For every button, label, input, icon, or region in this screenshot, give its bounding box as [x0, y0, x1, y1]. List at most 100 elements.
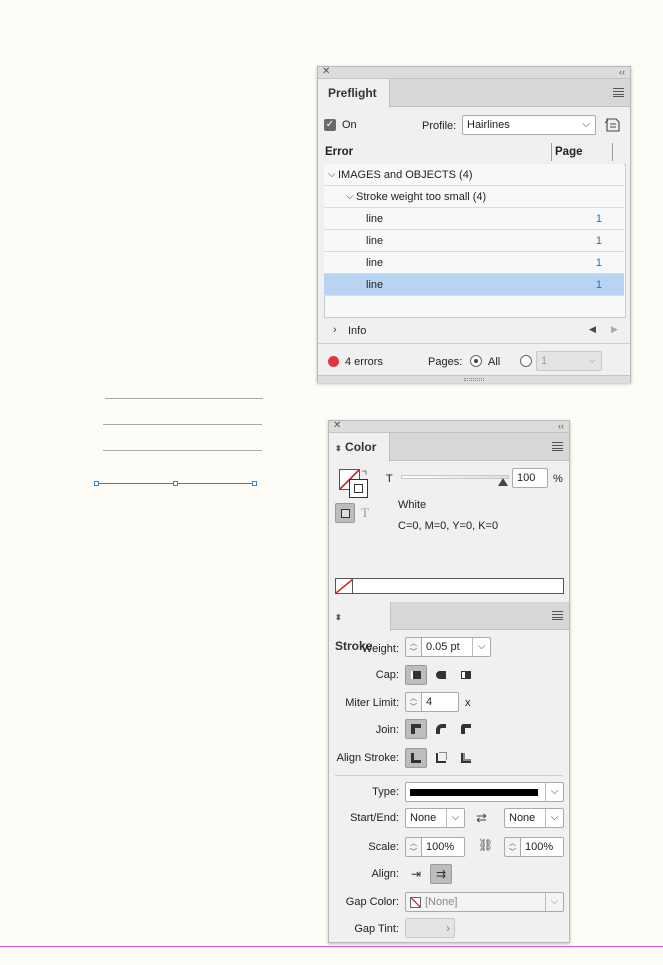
preflight-titlebar[interactable]: ✕ ‹‹	[318, 66, 630, 79]
collapse-icon[interactable]: ‹‹	[558, 420, 564, 432]
col-header-page[interactable]: Page	[555, 146, 583, 158]
preflight-panel: ✕ ‹‹ Preflight ✓ On Profile: Hairlines ⌵…	[317, 66, 631, 383]
formatting-text-button[interactable]: T	[361, 505, 369, 521]
row-page-link[interactable]: 1	[596, 252, 602, 274]
table-row-selected[interactable]: line 1	[324, 274, 624, 296]
profile-label: Profile:	[422, 120, 457, 132]
chevron-right-icon[interactable]: ›	[333, 324, 337, 336]
align-arrowhead-outside-button[interactable]: ⇉	[430, 864, 452, 884]
bevel-join-button[interactable]	[455, 719, 477, 739]
chevron-down-icon[interactable]: ⌵	[545, 809, 563, 827]
info-label[interactable]: Info	[348, 325, 366, 337]
tint-input[interactable]: 100	[512, 468, 548, 488]
close-icon[interactable]: ✕	[322, 66, 330, 78]
align-stroke-label: Align Stroke:	[336, 752, 399, 764]
tint-slider-handle[interactable]	[498, 478, 508, 486]
radio-all[interactable]	[470, 355, 482, 367]
align-outside-button[interactable]	[455, 748, 477, 768]
align-inside-button[interactable]	[430, 748, 452, 768]
next-icon[interactable]: ▶	[611, 324, 618, 335]
chevron-down-icon[interactable]: ⌵	[328, 164, 336, 186]
selection-handle-center[interactable]	[173, 481, 178, 486]
table-row[interactable]: line 1	[324, 230, 624, 252]
align-center-button[interactable]	[405, 748, 427, 768]
miter-join-button[interactable]	[405, 719, 427, 739]
panel-menu-icon[interactable]	[552, 442, 563, 451]
scale-end-stepper[interactable]: ︿ ﹀	[504, 837, 520, 857]
scale-start-stepper[interactable]: ︿ ﹀	[405, 837, 421, 857]
panel-menu-icon[interactable]	[552, 611, 563, 620]
selection-handle-right[interactable]	[252, 481, 257, 486]
divider	[318, 343, 630, 344]
group-label: IMAGES and OBJECTS (4)	[338, 169, 473, 181]
subgroup-row[interactable]: ⌵ Stroke weight too small (4)	[324, 186, 624, 208]
table-row[interactable]: line 1	[324, 252, 624, 274]
chevron-right-icon[interactable]: ›	[446, 919, 450, 937]
miter-field[interactable]: 4	[421, 692, 459, 712]
close-icon[interactable]: ✕	[333, 420, 341, 432]
table-row[interactable]: line 1	[324, 208, 624, 230]
start-select[interactable]: None ⌵	[405, 808, 465, 828]
profile-select[interactable]: Hairlines ⌵	[462, 115, 596, 135]
chevron-down-icon[interactable]: ⌵	[446, 809, 464, 827]
collapse-icon[interactable]: ‹‹	[619, 66, 625, 78]
define-profiles-icon[interactable]	[603, 116, 623, 134]
divider	[335, 775, 563, 776]
canvas-line-3[interactable]	[103, 450, 262, 451]
canvas-line-2[interactable]	[103, 424, 262, 425]
subgroup-label: Stroke weight too small (4)	[356, 191, 487, 203]
align-arrowhead-inside-button[interactable]: ⇥	[405, 864, 427, 884]
formatting-container-button[interactable]	[335, 503, 355, 523]
unlink-icon[interactable]: ⛓	[478, 838, 493, 852]
color-ramp[interactable]	[335, 578, 564, 594]
panel-menu-icon[interactable]	[613, 88, 624, 97]
tab-preflight[interactable]: Preflight	[318, 79, 390, 108]
row-page-link[interactable]: 1	[596, 230, 602, 252]
end-value: None	[509, 812, 536, 824]
chevron-down-icon[interactable]: ⌵	[545, 893, 563, 911]
scale-start-field[interactable]: 100%	[421, 837, 465, 857]
tint-slider-track[interactable]	[401, 475, 509, 479]
chevron-down-icon: ⌵	[582, 119, 590, 130]
updown-icon: ⬍	[335, 613, 342, 622]
on-checkbox[interactable]: ✓	[324, 119, 336, 131]
start-end-label: Start/End:	[350, 812, 399, 824]
gap-tint-field[interactable]: ›	[405, 918, 455, 938]
selected-line[interactable]	[94, 481, 257, 486]
chevron-down-icon[interactable]: ⌵	[472, 638, 490, 656]
fill-stroke-swatch[interactable]	[339, 469, 369, 499]
weight-stepper[interactable]: ︿ ﹀	[405, 637, 421, 657]
butt-cap-button[interactable]	[405, 665, 427, 685]
chevron-down-icon[interactable]: ⌵	[346, 186, 354, 208]
canvas-line-1[interactable]	[105, 398, 263, 399]
row-page-link[interactable]: 1	[596, 208, 602, 230]
selection-handle-left[interactable]	[94, 481, 99, 486]
round-join-button[interactable]	[430, 719, 452, 739]
scale-end-field[interactable]: 100%	[520, 837, 564, 857]
none-swatch-icon[interactable]	[335, 578, 354, 594]
join-label: Join:	[375, 724, 399, 736]
preflight-tabrow: Preflight	[318, 79, 630, 108]
projecting-cap-button[interactable]	[455, 665, 477, 685]
color-titlebar[interactable]: ✕ ‹‹	[329, 420, 569, 433]
stroke-type-select[interactable]: ⌵	[405, 782, 564, 802]
tab-stroke[interactable]: ⬍ Stroke	[329, 602, 391, 653]
round-cap-button[interactable]	[430, 665, 452, 685]
page-range-field[interactable]: 1 ⌵	[536, 351, 602, 371]
group-row[interactable]: ⌵ IMAGES and OBJECTS (4)	[324, 164, 624, 186]
row-page-link[interactable]: 1	[596, 274, 602, 296]
miter-value: 4	[426, 696, 433, 708]
miter-stepper[interactable]: ︿ ﹀	[405, 692, 421, 712]
weight-field[interactable]: 0.05 pt ⌵	[421, 637, 491, 657]
prev-icon[interactable]: ◀	[589, 324, 596, 335]
scale-end-value: 100%	[525, 841, 554, 853]
radio-range[interactable]	[520, 355, 532, 367]
swap-arrows-icon[interactable]: ⇄	[476, 810, 487, 826]
col-header-error[interactable]: Error	[325, 146, 353, 158]
tab-color[interactable]: ⬍ Color	[329, 433, 390, 462]
end-select[interactable]: None ⌵	[504, 808, 564, 828]
resize-grip[interactable]	[318, 375, 630, 383]
col-divider[interactable]	[551, 143, 552, 161]
gap-color-select[interactable]: [None] ⌵	[405, 892, 564, 912]
chevron-down-icon[interactable]: ⌵	[545, 783, 563, 801]
